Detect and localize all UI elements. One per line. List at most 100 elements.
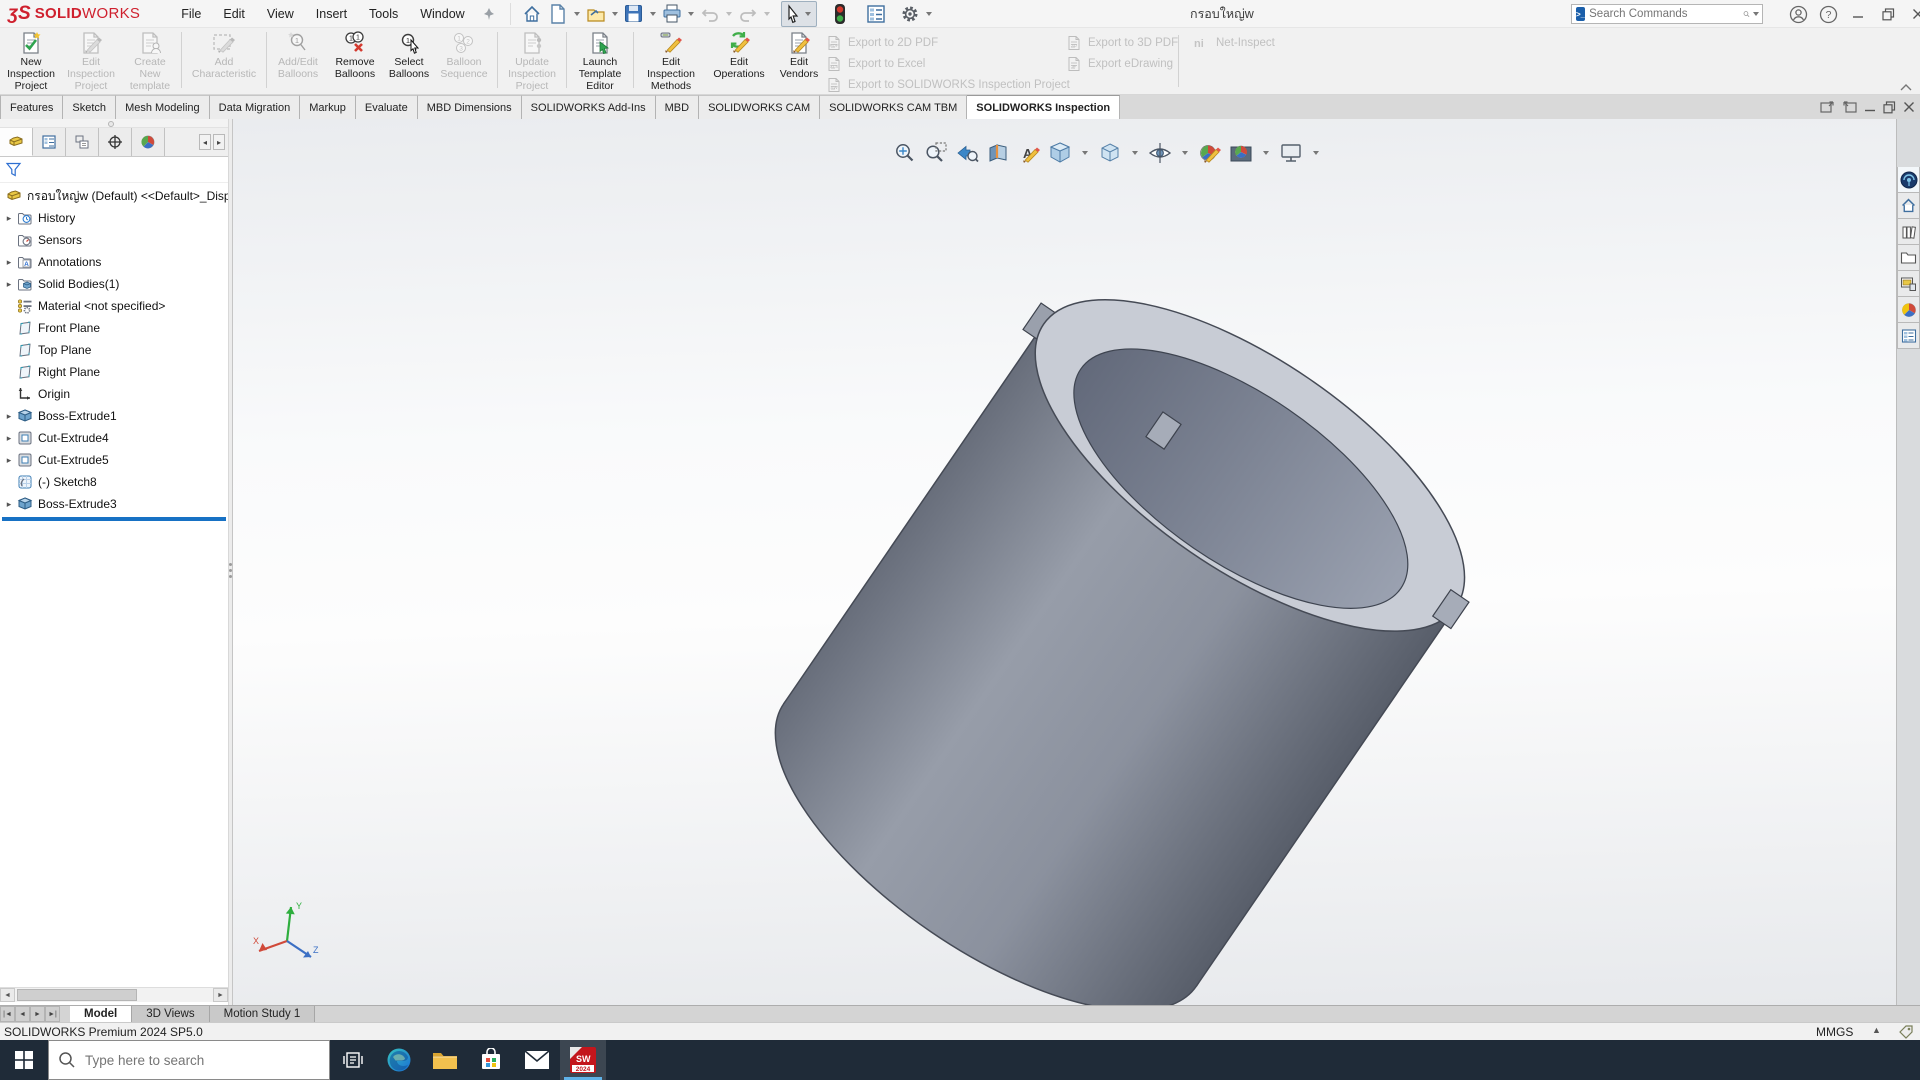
collapse-ribbon-icon[interactable] xyxy=(1900,84,1912,91)
tree-item-top-plane[interactable]: Top Plane xyxy=(0,339,228,361)
tab-solidworks-inspection[interactable]: SOLIDWORKS Inspection xyxy=(967,95,1120,119)
next-tab-icon[interactable]: ► xyxy=(30,1006,45,1022)
tab-model[interactable]: Model xyxy=(70,1006,132,1022)
edge-browser-icon[interactable] xyxy=(376,1040,422,1080)
tree-item-annotations[interactable]: ▸ A Annotations xyxy=(0,251,228,273)
edit-inspection-methods-button[interactable]: Edit Inspection Methods xyxy=(638,28,704,92)
start-button[interactable] xyxy=(0,1040,48,1080)
new-inspection-project-button[interactable]: New Inspection Project xyxy=(3,28,59,92)
tab-evaluate[interactable]: Evaluate xyxy=(356,95,418,119)
tab-data-migration[interactable]: Data Migration xyxy=(210,95,301,119)
menu-file[interactable]: File xyxy=(170,0,212,28)
login-user-icon[interactable] xyxy=(1783,0,1813,28)
taskbar-search-box[interactable] xyxy=(48,1040,330,1080)
edit-vendors-button[interactable]: Edit Vendors xyxy=(774,28,824,92)
tab-solidworks-add-ins[interactable]: SOLIDWORKS Add-Ins xyxy=(522,95,656,119)
menu-edit[interactable]: Edit xyxy=(212,0,256,28)
tree-item-origin[interactable]: Origin xyxy=(0,383,228,405)
3dexperience-icon[interactable] xyxy=(1897,167,1920,193)
tree-item-material[interactable]: Material <not specified> xyxy=(0,295,228,317)
minimize-button[interactable] xyxy=(1843,0,1873,28)
appearances-scenes-icon[interactable] xyxy=(1897,297,1920,323)
view-palette-icon[interactable] xyxy=(1897,271,1920,297)
design-library-icon[interactable] xyxy=(1897,219,1920,245)
search-scope-caret[interactable] xyxy=(1753,12,1759,16)
print-button[interactable] xyxy=(659,2,685,26)
tab-markup[interactable]: Markup xyxy=(300,95,356,119)
rollback-bar[interactable] xyxy=(2,517,226,521)
first-tab-icon[interactable]: |◄ xyxy=(0,1006,15,1022)
undo-caret[interactable] xyxy=(726,12,732,16)
print-caret[interactable] xyxy=(688,12,694,16)
options-caret[interactable] xyxy=(926,12,932,16)
save-button[interactable] xyxy=(621,2,647,26)
select-tool-caret[interactable] xyxy=(805,12,811,16)
tab-propertymanager[interactable] xyxy=(33,128,66,156)
expand-arrow-icon[interactable]: ▸ xyxy=(3,455,15,466)
options-gear-icon[interactable] xyxy=(897,2,923,26)
open-caret[interactable] xyxy=(612,12,618,16)
panel-tab-scroll-right-icon[interactable]: ▸ xyxy=(213,134,225,150)
tree-item-right-plane[interactable]: Right Plane xyxy=(0,361,228,383)
tab-featuremanager[interactable] xyxy=(0,128,33,156)
panel-horizontal-scrollbar[interactable]: ◄ ► xyxy=(0,987,228,1002)
custom-properties-icon[interactable] xyxy=(1897,323,1920,349)
expand-arrow-icon[interactable]: ▸ xyxy=(3,279,15,290)
solidworks-taskbar-button[interactable]: SW 2024 xyxy=(560,1040,606,1080)
expand-arrow-icon[interactable]: ▸ xyxy=(3,411,15,422)
undo-button[interactable] xyxy=(697,2,723,26)
microsoft-store-icon[interactable] xyxy=(468,1040,514,1080)
tree-item-sketch8[interactable]: (-) Sketch8 xyxy=(0,471,228,493)
previous-document-icon[interactable] xyxy=(1820,100,1835,114)
tab-motion-study-1[interactable]: Motion Study 1 xyxy=(210,1006,316,1022)
tree-item-boss-extrude3[interactable]: ▸ Boss-Extrude3 xyxy=(0,493,228,515)
next-document-icon[interactable] xyxy=(1842,100,1857,114)
home-button[interactable] xyxy=(519,2,545,26)
scroll-right-icon[interactable]: ► xyxy=(213,988,228,1002)
filter-funnel-icon[interactable] xyxy=(5,161,22,178)
open-button[interactable] xyxy=(583,2,609,26)
splitter-dot-icon[interactable] xyxy=(108,121,114,127)
tree-item-sensors[interactable]: Sensors xyxy=(0,229,228,251)
select-tool-button[interactable] xyxy=(781,1,817,27)
tab-solidworks-cam-tbm[interactable]: SOLIDWORKS CAM TBM xyxy=(820,95,967,119)
menu-insert[interactable]: Insert xyxy=(305,0,358,28)
tab-sketch[interactable]: Sketch xyxy=(63,95,116,119)
search-icon[interactable] xyxy=(1743,7,1750,21)
tab-solidworks-cam[interactable]: SOLIDWORKS CAM xyxy=(699,95,820,119)
tab-mesh-modeling[interactable]: Mesh Modeling xyxy=(116,95,210,119)
tab-displaymanager[interactable] xyxy=(132,128,165,156)
restore-document-icon[interactable] xyxy=(1883,101,1896,114)
redo-button[interactable] xyxy=(735,2,761,26)
expand-arrow-icon[interactable]: ▸ xyxy=(3,433,15,444)
tree-item-boss-extrude1[interactable]: ▸ Boss-Extrude1 xyxy=(0,405,228,427)
tree-item-front-plane[interactable]: Front Plane xyxy=(0,317,228,339)
help-icon[interactable]: ? xyxy=(1813,0,1843,28)
tab-dimxpertmanager[interactable] xyxy=(99,128,132,156)
minimize-document-icon[interactable] xyxy=(1864,101,1876,113)
tree-item-history[interactable]: ▸ History xyxy=(0,207,228,229)
save-caret[interactable] xyxy=(650,12,656,16)
menu-view[interactable]: View xyxy=(256,0,305,28)
expand-arrow-icon[interactable]: ▸ xyxy=(3,257,15,268)
evaluate-form-icon[interactable] xyxy=(863,2,889,26)
tab-configurationmanager[interactable] xyxy=(66,128,99,156)
model-3d-cylinder[interactable] xyxy=(233,119,1896,1005)
tree-item-cut-extrude5[interactable]: ▸ Cut-Extrude5 xyxy=(0,449,228,471)
new-document-caret[interactable] xyxy=(574,12,580,16)
file-explorer-pane-icon[interactable] xyxy=(1897,245,1920,271)
menu-window[interactable]: Window xyxy=(409,0,475,28)
menu-tools[interactable]: Tools xyxy=(358,0,409,28)
panel-tab-scroll-left-icon[interactable]: ◂ xyxy=(199,134,211,150)
task-view-button[interactable] xyxy=(330,1040,376,1080)
new-document-button[interactable] xyxy=(545,2,571,26)
restore-button[interactable] xyxy=(1873,0,1903,28)
tab-mbd[interactable]: MBD xyxy=(656,95,699,119)
tab-3d-views[interactable]: 3D Views xyxy=(132,1006,209,1022)
last-tab-icon[interactable]: ►| xyxy=(45,1006,60,1022)
tab-mbd-dimensions[interactable]: MBD Dimensions xyxy=(418,95,522,119)
task-pane-home-icon[interactable] xyxy=(1897,193,1920,219)
launch-template-editor-button[interactable]: Launch Template Editor xyxy=(571,28,629,92)
file-explorer-icon[interactable] xyxy=(422,1040,468,1080)
graphics-viewport[interactable]: A xyxy=(233,119,1896,1005)
